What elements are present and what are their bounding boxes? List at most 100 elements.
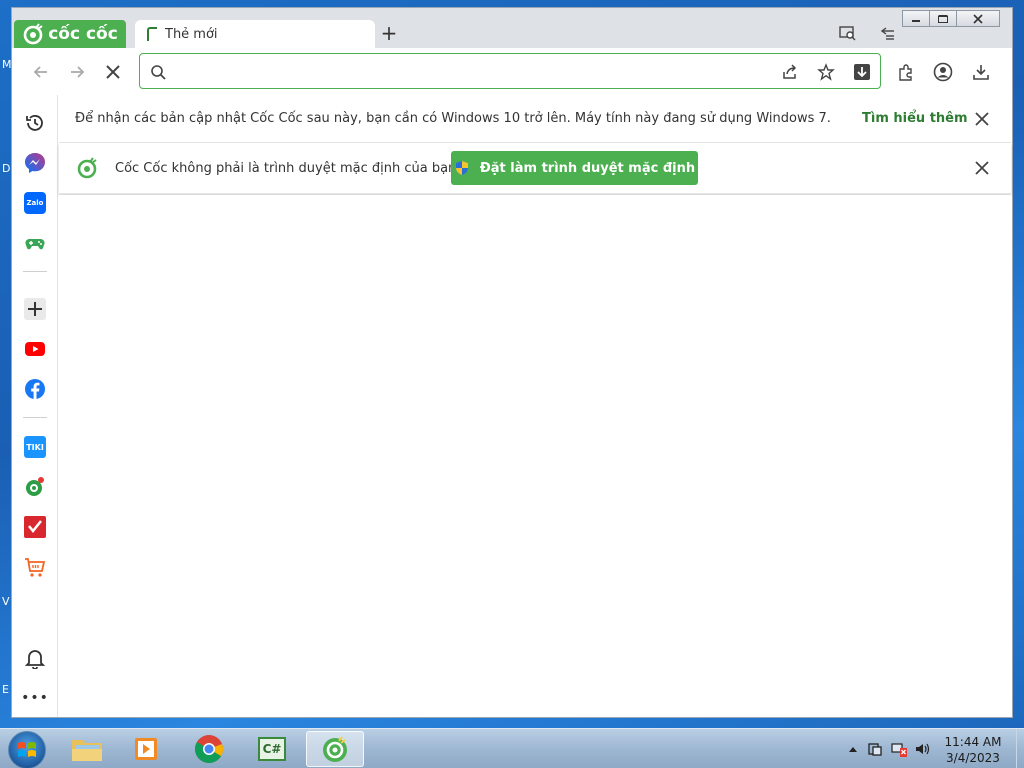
learn-more-link[interactable]: Tìm hiểu thêm: [862, 111, 968, 126]
tick-app-icon: [24, 516, 46, 538]
tiki-icon: TIKI: [24, 436, 46, 458]
minimize-icon: [912, 19, 920, 22]
football-icon: [26, 477, 44, 496]
clock-date: 3/4/2023: [946, 751, 1000, 765]
tiki-icon-label: TIKI: [26, 442, 44, 452]
taskbar-media-player[interactable]: [118, 731, 176, 767]
taskbar-explorer[interactable]: [58, 731, 116, 767]
sidebar-item-more[interactable]: •••: [21, 686, 49, 710]
sidebar-item-add[interactable]: [23, 297, 47, 321]
plus-icon: [24, 298, 46, 320]
sidebar-item-zalo[interactable]: Zalo: [23, 191, 47, 215]
close-window-button[interactable]: [956, 10, 1000, 27]
downloads-icon[interactable]: [970, 61, 992, 83]
bell-icon: [24, 650, 46, 669]
maximize-button[interactable]: [929, 10, 957, 27]
update-infobar-text: Để nhận các bản cập nhật Cốc Cốc sau này…: [75, 111, 831, 126]
sidebar-item-messenger[interactable]: [23, 151, 47, 175]
sidebar-divider: [23, 417, 47, 418]
history-icon: [26, 115, 43, 131]
network-disconnected-icon[interactable]: [891, 741, 907, 757]
address-input[interactable]: [174, 60, 774, 82]
tab-label: Thẻ mới: [165, 26, 218, 42]
toolbar: [12, 48, 1012, 95]
media-player-icon: [135, 738, 157, 760]
sidebar-divider: [23, 271, 47, 272]
sidebar: Zalo TIKI •••: [12, 95, 58, 717]
close-icon: [106, 65, 120, 79]
youtube-icon: [25, 342, 45, 356]
close-icon: [975, 161, 989, 175]
close-icon: [975, 112, 989, 126]
profile-icon[interactable]: [932, 61, 954, 83]
close-icon: [973, 13, 983, 24]
shopping-cart-icon: [25, 558, 46, 577]
coccoc-logo-text: cốc cốc: [48, 24, 118, 44]
tab-strip: cốc cốc Thẻ mới +: [12, 8, 1012, 48]
volume-icon[interactable]: [914, 741, 930, 757]
default-browser-infobar: Cốc Cốc không phải là trình duyệt mặc đị…: [59, 143, 1011, 194]
share-icon[interactable]: [780, 62, 800, 82]
taskbar-coccoc[interactable]: [306, 731, 364, 767]
taskbar-csharp-ide[interactable]: C#: [243, 731, 301, 767]
default-browser-close-button[interactable]: [973, 159, 991, 177]
chrome-icon: [195, 735, 223, 763]
zalo-icon-label: Zalo: [26, 199, 44, 207]
browser-window: cốc cốc Thẻ mới + Zalo TIKI ••• Để nhận …: [11, 7, 1013, 718]
desktop-label-fragment: D: [2, 162, 11, 175]
start-button[interactable]: [8, 731, 46, 768]
search-icon: [148, 62, 168, 82]
default-browser-text: Cốc Cốc không phải là trình duyệt mặc đị…: [115, 161, 457, 176]
show-desktop-button[interactable]: [1016, 729, 1024, 768]
tab-new-tab[interactable]: Thẻ mới: [135, 20, 375, 48]
extensions-icon[interactable]: [895, 61, 917, 83]
uac-shield-icon: [455, 161, 468, 175]
minimize-button[interactable]: [902, 10, 930, 27]
coccoc-logo-icon: [77, 157, 97, 179]
sidebar-item-tick[interactable]: [23, 515, 47, 539]
desktop-label-fragment: E: [2, 683, 9, 696]
sidebar-item-notifications[interactable]: [23, 646, 47, 670]
coccoc-menu-button[interactable]: cốc cốc: [14, 20, 126, 48]
action-center-icon[interactable]: [867, 741, 883, 757]
set-default-browser-button[interactable]: Đặt làm trình duyệt mặc định: [451, 151, 698, 185]
sidebar-item-history[interactable]: [23, 111, 47, 135]
taskbar: C# 11:44 AM 3/4/2023: [0, 728, 1024, 768]
side-panel-toggle-icon[interactable]: [878, 24, 898, 42]
bookmark-star-icon[interactable]: [816, 62, 836, 82]
show-hidden-icons-icon[interactable]: [845, 741, 861, 757]
coccoc-logo-icon: [323, 736, 347, 762]
forward-button[interactable]: [63, 58, 91, 86]
arrow-right-icon: [71, 66, 85, 78]
windows-logo-icon: [18, 742, 36, 757]
save-download-icon[interactable]: [852, 62, 872, 82]
restore-icon: [938, 14, 948, 23]
stop-loading-button[interactable]: [99, 58, 127, 86]
more-icon: •••: [21, 690, 49, 706]
set-default-browser-label: Đặt làm trình duyệt mặc định: [479, 160, 696, 176]
tab-search-icon[interactable]: [838, 24, 858, 42]
page-content[interactable]: [59, 195, 1011, 717]
update-infobar-close-button[interactable]: [973, 110, 991, 128]
window-controls: [902, 10, 1000, 27]
back-button[interactable]: [27, 58, 55, 86]
update-infobar: Để nhận các bản cập nhật Cốc Cốc sau này…: [59, 96, 1011, 143]
new-tab-button[interactable]: +: [378, 22, 400, 44]
sidebar-item-facebook[interactable]: [23, 377, 47, 401]
sidebar-item-tiki[interactable]: TIKI: [23, 435, 47, 459]
tab-favicon-icon: [147, 27, 157, 41]
arrow-left-icon: [33, 66, 47, 78]
address-bar[interactable]: [139, 53, 881, 89]
messenger-icon: [25, 153, 45, 173]
desktop-label-fragment: V: [2, 595, 10, 608]
csharp-icon: C#: [258, 737, 286, 761]
sidebar-item-cart[interactable]: [23, 555, 47, 579]
csharp-icon-label: C#: [262, 742, 282, 756]
sidebar-item-games[interactable]: [23, 231, 47, 255]
sidebar-item-football[interactable]: [23, 475, 47, 499]
sidebar-item-youtube[interactable]: [23, 337, 47, 361]
gamepad-icon: [25, 239, 45, 250]
taskbar-chrome[interactable]: [180, 731, 238, 767]
system-clock[interactable]: 11:44 AM 3/4/2023: [934, 734, 1012, 766]
facebook-icon: [25, 379, 45, 399]
